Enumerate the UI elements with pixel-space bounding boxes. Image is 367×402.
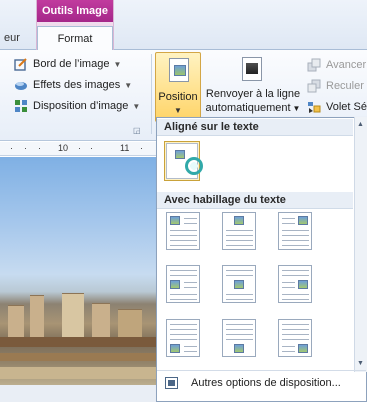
ruler-mark: 11 — [120, 143, 130, 153]
chevron-down-icon: ▼ — [132, 101, 141, 111]
building — [30, 295, 44, 343]
horizontal-ruler: · · · 10 · · 11 · — [0, 142, 160, 156]
document-picture[interactable] — [0, 157, 160, 402]
selection-pane-button[interactable]: Volet Sé — [307, 98, 367, 116]
inline-section-heading: Aligné sur le texte — [157, 119, 353, 136]
dialog-launcher-icon[interactable]: ◲ — [133, 126, 141, 135]
picture-layout-button[interactable]: Disposition d’image ▼ — [14, 97, 140, 115]
position-top-right-option[interactable] — [278, 212, 312, 250]
picture-effects-button[interactable]: Effets des images ▼ — [14, 76, 132, 94]
picture-icon — [170, 280, 180, 289]
contextual-tab-title: Outils Image — [37, 0, 113, 22]
position-middle-right-option[interactable] — [278, 265, 312, 303]
more-layout-options-label: Autres options de disposition... — [191, 376, 341, 389]
position-bottom-left-option[interactable] — [166, 319, 200, 357]
picture-icon — [298, 216, 308, 225]
bring-forward-icon — [307, 58, 321, 72]
wrap-text-label-1: Renvoyer à la ligne — [205, 88, 301, 100]
picture-border-button[interactable]: Bord de l’image ▼ — [14, 55, 121, 73]
picture-icon — [234, 280, 244, 289]
ruler-mark: 10 — [58, 143, 69, 153]
chevron-down-icon: ▼ — [292, 104, 301, 113]
send-backward-icon — [307, 79, 321, 93]
position-icon — [169, 58, 189, 82]
picture-border-icon — [14, 57, 28, 71]
wrap-text-button[interactable]: Renvoyer à la ligne automatiquement ▼ — [204, 52, 302, 122]
scroll-down-icon[interactable]: ▼ — [355, 358, 366, 369]
picture-icon — [298, 280, 308, 289]
selection-pane-icon — [307, 100, 321, 114]
picture-effects-icon — [14, 78, 28, 92]
group-separator — [151, 54, 152, 134]
wrap-text-icon — [242, 57, 262, 81]
position-top-center-option[interactable] — [222, 212, 256, 250]
more-layout-options-item[interactable]: Autres options de disposition... — [157, 370, 366, 394]
position-button[interactable]: Position ▼ — [155, 52, 201, 122]
scroll-up-icon[interactable]: ▲ — [355, 119, 366, 130]
picture-icon — [234, 344, 244, 353]
rooftops — [0, 367, 160, 379]
wrap-section-heading: Avec habillage du texte — [157, 192, 353, 209]
rooftops — [0, 337, 160, 347]
chevron-down-icon: ▼ — [124, 80, 133, 90]
position-bottom-center-option[interactable] — [222, 319, 256, 357]
layout-options-icon — [165, 376, 178, 389]
picture-icon — [170, 216, 180, 225]
picture-icon — [175, 150, 185, 159]
rooftops — [0, 353, 160, 361]
position-middle-left-option[interactable] — [166, 265, 200, 303]
building — [62, 293, 84, 343]
position-bottom-right-option[interactable] — [278, 319, 312, 357]
ribbon-tab-strip: eur Outils Image Format — [0, 0, 367, 51]
picture-icon — [298, 344, 308, 353]
wrap-text-label-2: automatiquement ▼ — [205, 102, 301, 114]
tab-partial[interactable]: eur — [4, 32, 20, 44]
chevron-down-icon: ▼ — [113, 59, 122, 69]
position-top-left-option[interactable] — [166, 212, 200, 250]
bring-forward-button[interactable]: Avancer — [307, 56, 366, 74]
send-backward-button[interactable]: Reculer — [307, 77, 364, 95]
position-middle-center-option[interactable] — [222, 265, 256, 303]
picture-icon — [170, 344, 180, 353]
tab-format[interactable]: Format — [37, 26, 113, 51]
document-margin — [0, 385, 160, 402]
picture-layout-icon — [14, 99, 28, 113]
position-label: Position — [158, 91, 198, 103]
picture-icon — [234, 216, 244, 225]
rotate-cursor-icon — [185, 157, 203, 175]
gallery-scrollbar[interactable] — [354, 117, 367, 372]
chevron-down-icon: ▼ — [174, 106, 182, 115]
